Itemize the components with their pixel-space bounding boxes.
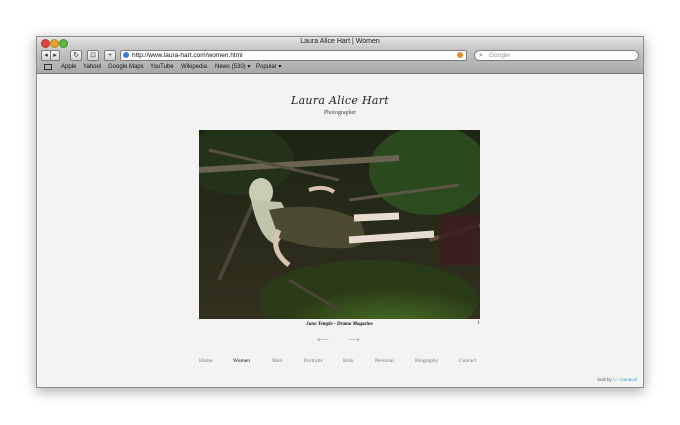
gallery-photo[interactable] <box>199 130 480 319</box>
forward-arrow-icon: ▸ <box>53 52 57 59</box>
search-icon[interactable]: ⌕ <box>479 51 483 60</box>
prev-arrow-icon[interactable]: ⟵ <box>316 336 330 344</box>
window-title: Laura Alice Hart | Women <box>300 38 380 45</box>
browser-toolbar: ◂ ▸ ↻ ⊡ + http://www.laura-hart.com/wome… <box>37 48 643 62</box>
nav-portraits[interactable]: Portraits <box>304 358 323 364</box>
built-by-prefix: built by <box>597 377 612 382</box>
bookmark-youtube[interactable]: YouTube <box>150 63 174 72</box>
bookmarks-bar: Apple Yahoo! Google Maps YouTube Wikiped… <box>37 62 643 74</box>
photo-page-number: 1 <box>477 321 480 326</box>
nav-biography[interactable]: Biography <box>415 358 438 364</box>
forward-button[interactable]: ▸ <box>50 50 60 61</box>
bookmark-wikipedia[interactable]: Wikipedia <box>181 63 207 72</box>
site-logo-name[interactable]: Laura Alice Hart <box>37 94 643 107</box>
bookmark-news[interactable]: News (530) ▾ <box>215 63 250 72</box>
built-by-brand[interactable]: panacal <box>621 377 637 382</box>
built-by-lime[interactable]: lime <box>613 377 621 382</box>
address-bar[interactable]: http://www.laura-hart.com/women.html <box>120 50 467 61</box>
snapback-button[interactable]: ⊡ <box>87 50 99 61</box>
nav-personal[interactable]: Personal <box>375 358 394 364</box>
photo-caption: Juno Temple - Drama Magazine <box>306 322 373 327</box>
reload-icon: ↻ <box>73 52 79 59</box>
bookmark-apple[interactable]: Apple <box>61 63 76 72</box>
url-text[interactable]: http://www.laura-hart.com/women.html <box>132 51 243 60</box>
add-bookmark-button[interactable]: + <box>104 50 116 61</box>
nav-men[interactable]: Men <box>272 358 282 364</box>
search-field[interactable]: ⌕ Google <box>474 50 639 61</box>
forest-photo-illustration <box>199 130 480 319</box>
snapback-icon: ⊡ <box>90 52 96 59</box>
nav-contact[interactable]: Contact <box>459 358 476 364</box>
nav-home[interactable]: Home <box>199 358 212 364</box>
search-placeholder: Google <box>489 52 510 59</box>
nav-kids[interactable]: Kids <box>343 358 353 364</box>
nav-women[interactable]: Women <box>233 358 250 364</box>
title-bar[interactable]: Laura Alice Hart | Women <box>37 37 643 48</box>
browser-window: Laura Alice Hart | Women ◂ ▸ ↻ ⊡ + http:… <box>36 36 644 388</box>
reload-button[interactable]: ↻ <box>70 50 82 61</box>
bookmark-google-maps[interactable]: Google Maps <box>108 63 144 72</box>
next-arrow-icon[interactable]: ⟶ <box>347 336 361 344</box>
bookmark-yahoo[interactable]: Yahoo! <box>83 63 102 72</box>
rss-icon[interactable] <box>457 52 463 58</box>
site-logo-subtitle: Photographer <box>323 110 357 116</box>
bookmark-popular[interactable]: Popular ▾ <box>256 63 281 72</box>
globe-icon <box>123 52 129 58</box>
bookmarks-book-icon[interactable] <box>44 64 52 70</box>
plus-icon: + <box>107 52 113 59</box>
back-arrow-icon: ◂ <box>44 52 48 59</box>
built-by-credit[interactable]: built by limepanacal <box>597 377 637 382</box>
